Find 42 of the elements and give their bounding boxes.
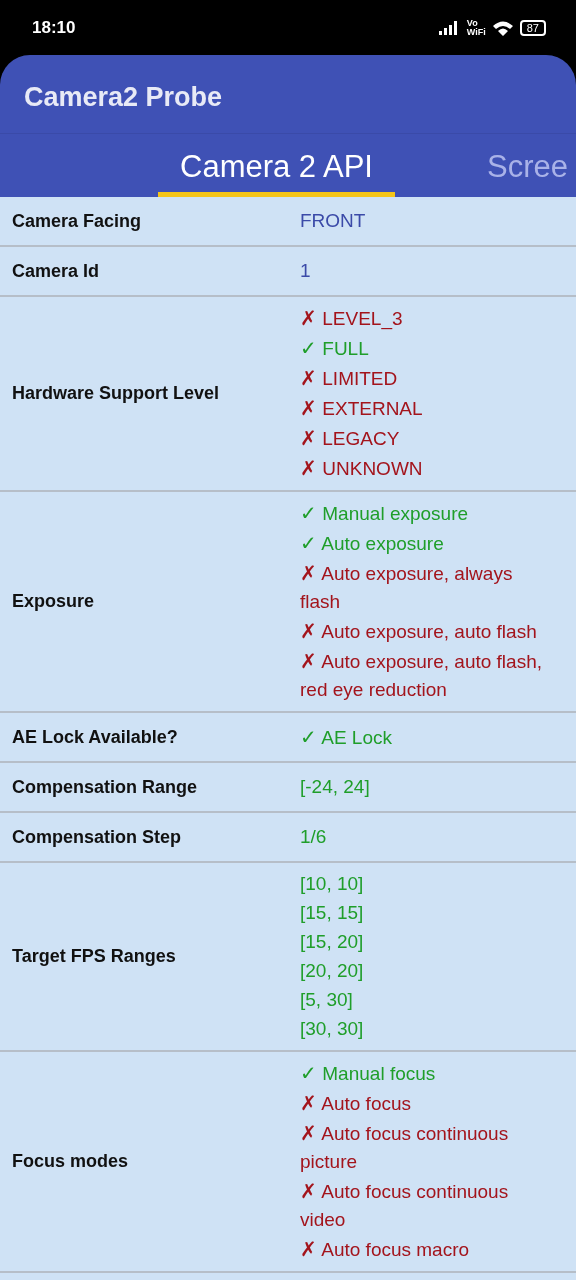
property-label: Focus modes (11, 1151, 130, 1172)
property-value: ✗ Auto exposure, auto flash, red eye reduction (300, 649, 543, 702)
property-value: ✓ Manual focus (300, 1061, 437, 1086)
status-time: 18:10 (32, 17, 76, 38)
property-value: ✗ LEGACY (300, 426, 401, 451)
property-value: [15, 20] (300, 930, 365, 954)
property-value: ✗ Auto focus macro (300, 1237, 471, 1262)
property-label: Camera Facing (11, 210, 143, 232)
property-label: AE Lock Available? (11, 726, 179, 748)
property-label: Camera Id (11, 260, 101, 282)
property-value: 1/6 (300, 825, 328, 849)
property-label: Compensation Range (11, 776, 199, 798)
property-value: ✗ Auto focus continuous video (300, 1179, 510, 1232)
property-value: ✗ UNKNOWN (300, 456, 424, 481)
property-value: ✓ Auto exposure (300, 531, 445, 556)
property-label: Hardware Support Level (11, 383, 221, 404)
vowifi-label: Vo WiFi (466, 18, 486, 37)
property-value: ✗ Auto focus (300, 1091, 412, 1116)
property-value: ✗ LIMITED (300, 366, 399, 391)
tab[interactable]: Camera 2 API (158, 134, 395, 197)
property-value: [30, 30] (300, 1017, 365, 1041)
property-label: Exposure (11, 591, 96, 612)
property-label: Compensation Step (11, 826, 182, 848)
wifi-icon (491, 19, 514, 36)
battery-indicator: 87 (519, 19, 546, 36)
property-value: ✗ Auto exposure, auto flash (300, 619, 538, 644)
property-value: ✓ FULL (300, 336, 370, 361)
property-value: [20, 20] (300, 959, 365, 983)
property-value: [10, 10] (300, 872, 365, 896)
property-value: ✗ EXTERNAL (300, 396, 424, 421)
property-value: ✗ Auto focus continuous picture (300, 1121, 510, 1174)
app-title: Camera2 Probe (0, 55, 576, 134)
property-value: ✓ Manual exposure (300, 501, 470, 526)
property-value: 1 (300, 259, 312, 283)
property-value: FRONT (300, 209, 367, 233)
property-value: ✗ LEVEL_3 (300, 306, 404, 332)
property-value: [15, 15] (300, 901, 365, 925)
property-value: [5, 30] (300, 988, 354, 1012)
property-label: Target FPS Ranges (11, 946, 177, 967)
property-value: ✓ AE Lock (300, 724, 393, 750)
property-value: ✗ Auto exposure, always flash (300, 561, 514, 614)
property-value: [-24, 24] (300, 775, 371, 799)
